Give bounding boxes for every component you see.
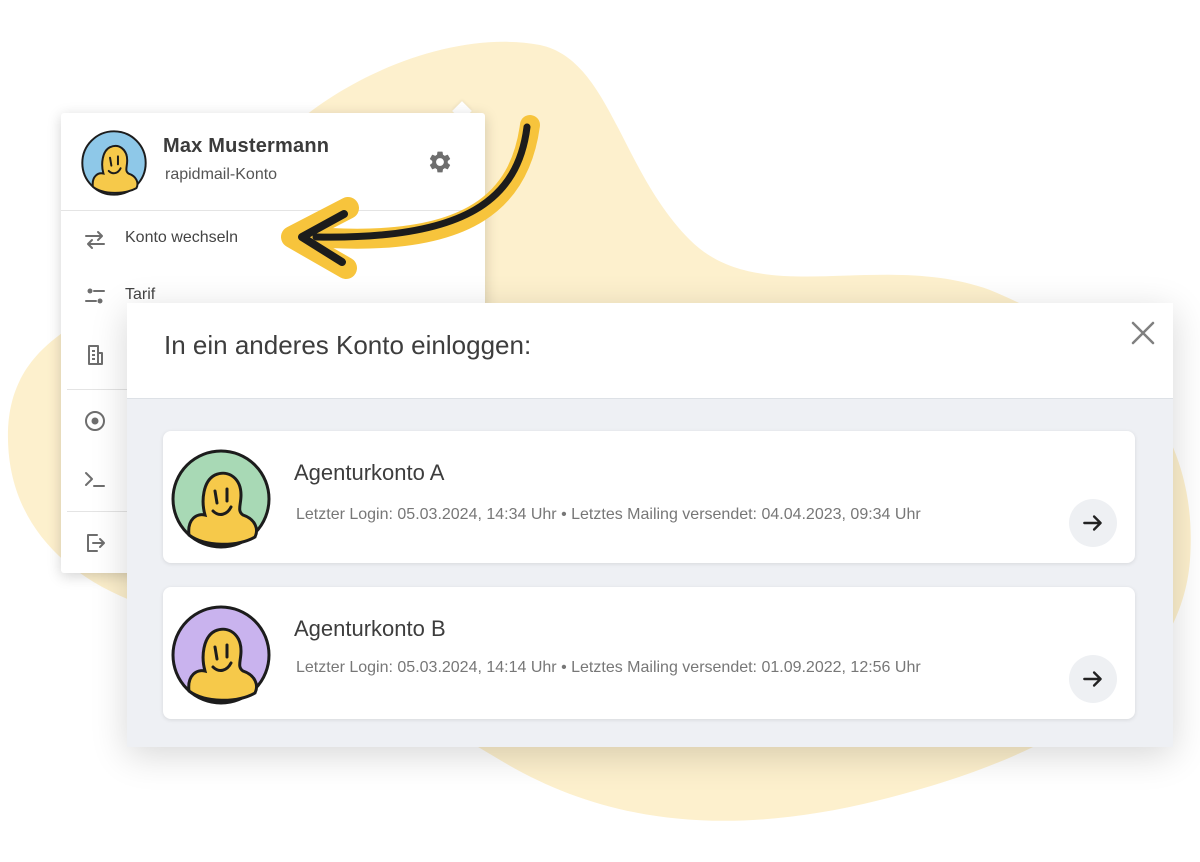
account-avatar — [171, 449, 271, 549]
arrow-right-icon — [1083, 671, 1102, 687]
menu-item-switch-account[interactable]: Konto wechseln — [61, 212, 485, 268]
swap-arrows-icon — [85, 231, 105, 249]
user-name: Max Mustermann — [163, 135, 330, 157]
account-name: Agenturkonto A — [294, 460, 445, 485]
gear-icon[interactable] — [427, 149, 453, 175]
switch-account-dialog: In ein anderes Konto einloggen: Agenturk… — [127, 303, 1173, 747]
menu-header: Max Mustermann rapidmail-Konto — [61, 113, 485, 211]
terminal-icon — [85, 472, 105, 487]
account-meta: Letzter Login: 05.03.2024, 14:34 Uhr • L… — [296, 506, 921, 523]
account-name: Agenturkonto B — [294, 616, 446, 641]
document-icon — [88, 345, 103, 365]
sliders-icon — [85, 288, 105, 304]
user-avatar — [81, 130, 147, 196]
close-icon[interactable] — [1127, 317, 1159, 349]
at-icon — [85, 411, 105, 431]
logout-icon — [87, 534, 105, 552]
account-type-label: rapidmail-Konto — [165, 166, 278, 183]
arrow-right-icon — [1083, 515, 1102, 531]
account-avatar — [171, 605, 271, 705]
login-account-button[interactable] — [1069, 499, 1117, 547]
login-account-button[interactable] — [1069, 655, 1117, 703]
account-meta: Letzter Login: 05.03.2024, 14:14 Uhr • L… — [296, 659, 921, 676]
dialog-header: In ein anderes Konto einloggen: — [127, 303, 1173, 399]
dialog-title: In ein anderes Konto einloggen: — [164, 330, 532, 360]
account-card-b[interactable]: Agenturkonto B Letzter Login: 05.03.2024… — [163, 587, 1135, 719]
menu-item-label: Tarif — [125, 286, 156, 303]
account-card-a[interactable]: Agenturkonto A Letzter Login: 05.03.2024… — [163, 431, 1135, 563]
menu-item-label: Konto wechseln — [125, 229, 238, 246]
